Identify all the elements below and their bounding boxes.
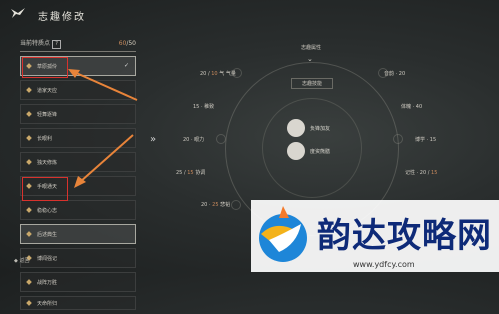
diamond-icon: [26, 300, 32, 306]
watermark-url: www.ydfcy.com: [353, 260, 415, 269]
trait-item[interactable]: 战阵万胜: [20, 272, 136, 292]
watermark-text: 韵达攻略网: [317, 216, 492, 256]
stat-node: [378, 68, 388, 78]
chevron-down-icon: ⌄: [307, 55, 313, 63]
stat-node: [231, 200, 241, 210]
skill-label: 负锋加友: [310, 126, 331, 132]
stat-left: 20 · 25 悲韬: [201, 202, 231, 208]
stat-node: [232, 68, 242, 78]
skill-crane-icon[interactable]: [287, 142, 305, 160]
stat-left: 20 · 眼力: [183, 137, 205, 143]
footer-return[interactable]: ◆ 返回: [14, 257, 29, 264]
stat-left: 25 / 15 协调: [176, 170, 206, 176]
stat-left: 15 · 稚致: [193, 104, 215, 110]
skill-horse-icon[interactable]: [287, 119, 305, 137]
stat-right: 博学 · 15: [415, 137, 437, 143]
diamond-icon: [26, 279, 32, 285]
skill-title: 志趣技能: [291, 78, 333, 89]
stat-node: [393, 134, 403, 144]
bird-logo-icon: [259, 206, 307, 262]
skill-label: 度资熊膳: [310, 149, 331, 155]
stat-right: 体魄 · 40: [401, 104, 423, 110]
stat-left: 20 / 10 气 气量: [200, 71, 236, 77]
attr-title: 志趣属性: [300, 45, 321, 51]
stat-node: [216, 134, 226, 144]
expand-arrow-button[interactable]: »: [150, 134, 156, 145]
watermark: 韵达攻略网 www.ydfcy.com: [251, 200, 499, 272]
trait-item[interactable]: 天命所归: [20, 296, 136, 310]
stat-right: 记性 · 20 / 15: [405, 170, 438, 176]
